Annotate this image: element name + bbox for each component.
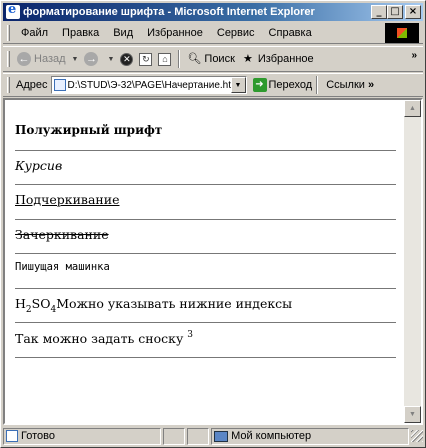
document-body: Полужирный шрифт Курсив Подчеркивание За… bbox=[15, 116, 396, 358]
subscript-text: Можно указывать нижние индексы bbox=[56, 295, 293, 311]
standard-toolbar: ← Назад ▼ → ▼ ✕ ↻ ⌂ 🔍︎ Поиск ★ Избранное… bbox=[3, 46, 423, 72]
row-strike: Зачеркивание bbox=[15, 220, 396, 254]
menu-file[interactable]: Файл bbox=[14, 27, 55, 39]
address-bar: Адрес D:\STUD\Э-32\PAGE\Начертание.html … bbox=[3, 73, 423, 97]
home-icon[interactable]: ⌂ bbox=[158, 52, 172, 66]
superscript-line: Так можно задать сноску 3 bbox=[15, 330, 193, 346]
back-arrow-icon: ← bbox=[17, 52, 31, 66]
links-button[interactable]: Ссылки » bbox=[326, 79, 374, 91]
search-icon: 🔍︎ bbox=[187, 53, 202, 65]
go-arrow-icon: ➜ bbox=[252, 78, 267, 92]
toolbar-grip[interactable] bbox=[7, 24, 10, 41]
status-panel-empty bbox=[163, 427, 186, 445]
scroll-down-icon[interactable]: ▼ bbox=[404, 406, 421, 423]
links-label: Ссылки bbox=[326, 79, 365, 91]
zone-text: Мой компьютер bbox=[231, 430, 312, 442]
toolbar-overflow-icon[interactable]: » bbox=[411, 50, 417, 61]
row-superscript: Так можно задать сноску 3 bbox=[15, 323, 396, 358]
refresh-icon[interactable]: ↻ bbox=[139, 52, 153, 66]
window-controls: _ □ × bbox=[371, 5, 421, 19]
links-overflow-icon: » bbox=[367, 79, 375, 91]
favorites-icon: ★ bbox=[242, 53, 253, 65]
scroll-up-icon[interactable]: ▲ bbox=[404, 100, 421, 117]
toolbar-grip[interactable] bbox=[7, 51, 10, 67]
menu-favorites[interactable]: Избранное bbox=[140, 27, 210, 39]
menu-edit[interactable]: Правка bbox=[55, 27, 106, 39]
vertical-scrollbar[interactable]: ▲ ▼ bbox=[404, 100, 421, 423]
maximize-button[interactable]: □ bbox=[387, 5, 403, 19]
menu-tools[interactable]: Сервис bbox=[210, 27, 262, 39]
back-button[interactable]: ← Назад bbox=[14, 52, 69, 66]
stop-icon[interactable]: ✕ bbox=[120, 52, 134, 66]
browser-window: форматирование шрифта - Microsoft Intern… bbox=[0, 0, 426, 448]
formula-h: H bbox=[15, 295, 26, 311]
forward-dropdown-icon[interactable]: ▼ bbox=[107, 56, 114, 63]
window-title: форматирование шрифта - Microsoft Intern… bbox=[23, 6, 315, 18]
divider bbox=[15, 356, 396, 358]
row-bold: Полужирный шрифт bbox=[15, 116, 396, 151]
toolbar-separator bbox=[178, 50, 181, 68]
zone-panel: Мой компьютер bbox=[211, 427, 410, 445]
forward-arrow-icon: → bbox=[84, 52, 99, 66]
menu-help[interactable]: Справка bbox=[262, 27, 319, 39]
favorites-label: Избранное bbox=[257, 53, 314, 65]
page-done-icon bbox=[6, 430, 18, 442]
menu-bar: Файл Правка Вид Избранное Сервис Справка bbox=[3, 22, 423, 44]
go-label: Переход bbox=[268, 79, 313, 91]
menu-view[interactable]: Вид bbox=[106, 27, 140, 39]
subscript-line: H2SO4Можно указывать нижние индексы bbox=[15, 296, 292, 315]
italic-text: Курсив bbox=[15, 157, 63, 173]
status-bar: Готово Мой компьютер bbox=[3, 427, 423, 445]
address-input[interactable]: D:\STUD\Э-32\PAGE\Начертание.html ▼ bbox=[50, 76, 247, 94]
resize-grip-icon[interactable] bbox=[411, 430, 423, 442]
typewriter-text: Пишущая машинка bbox=[15, 261, 110, 273]
toolbar-separator bbox=[316, 76, 319, 94]
back-label: Назад bbox=[34, 53, 66, 65]
status-text: Готово bbox=[21, 430, 55, 442]
ie-logo-icon bbox=[6, 2, 20, 19]
address-dropdown-icon[interactable]: ▼ bbox=[230, 77, 246, 93]
address-label: Адрес bbox=[16, 79, 48, 91]
back-dropdown-icon[interactable]: ▼ bbox=[72, 56, 79, 63]
superscript-3: 3 bbox=[187, 330, 194, 340]
status-panel: Готово bbox=[3, 427, 162, 445]
strike-text: Зачеркивание bbox=[15, 226, 109, 242]
row-typewriter: Пишущая машинка bbox=[15, 254, 396, 289]
search-button[interactable]: 🔍︎ Поиск bbox=[184, 52, 237, 66]
superscript-text: Так можно задать сноску bbox=[15, 331, 184, 346]
search-label: Поиск bbox=[204, 53, 235, 65]
go-button[interactable]: ➜ Переход bbox=[252, 78, 313, 92]
row-underline: Подчеркивание bbox=[15, 185, 396, 220]
minimize-button[interactable]: _ bbox=[371, 5, 387, 19]
windows-logo-icon bbox=[385, 23, 419, 43]
computer-icon bbox=[214, 430, 229, 442]
page-icon bbox=[53, 79, 66, 91]
row-italic: Курсив bbox=[15, 151, 396, 185]
page-content: Полужирный шрифт Курсив Подчеркивание За… bbox=[3, 98, 423, 425]
title-bar[interactable]: форматирование шрифта - Microsoft Intern… bbox=[3, 2, 423, 21]
row-subscript: H2SO4Можно указывать нижние индексы bbox=[15, 289, 396, 323]
underline-text: Подчеркивание bbox=[15, 192, 120, 207]
address-url: D:\STUD\Э-32\PAGE\Начертание.html bbox=[67, 79, 242, 91]
status-panel-empty bbox=[187, 427, 210, 445]
close-button[interactable]: × bbox=[405, 5, 421, 19]
formula-so: SO bbox=[31, 295, 51, 311]
bold-text: Полужирный шрифт bbox=[15, 123, 163, 137]
forward-button[interactable]: → bbox=[81, 52, 104, 66]
favorites-button[interactable]: ★ Избранное bbox=[238, 52, 317, 66]
toolbar-grip[interactable] bbox=[7, 77, 10, 93]
